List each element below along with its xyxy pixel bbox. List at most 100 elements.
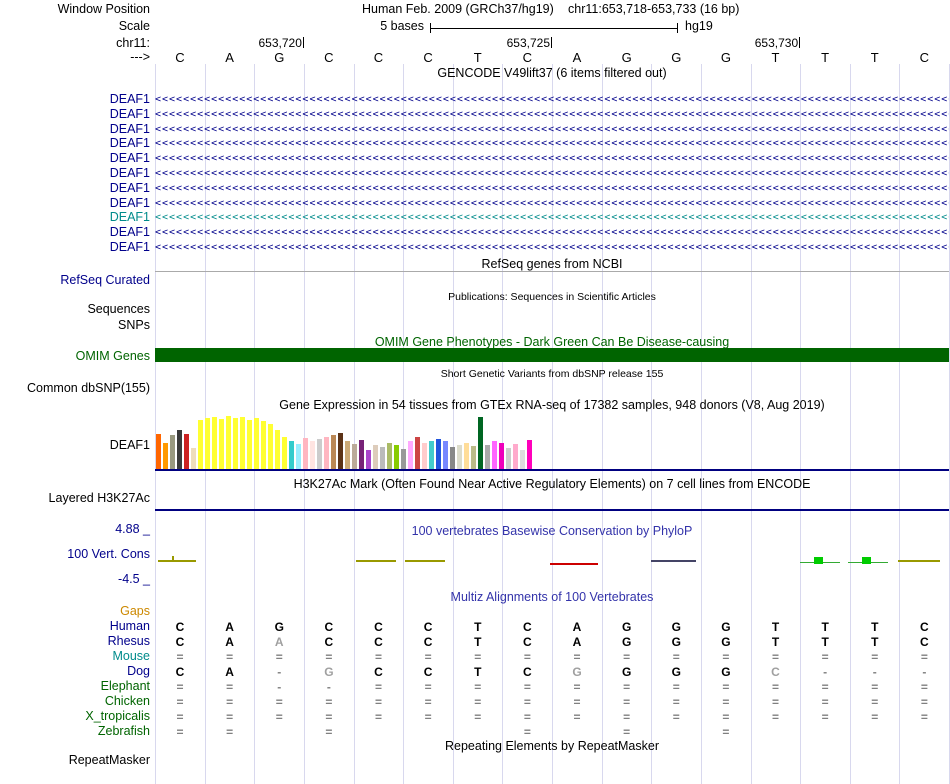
gtex-tissue-bar[interactable]	[380, 447, 385, 470]
gtex-tissue-bar[interactable]	[198, 420, 203, 470]
gtex-tissue-bar[interactable]	[303, 438, 308, 470]
gencode-transcript-label[interactable]: DEAF1	[0, 181, 150, 195]
dbsnp-track-label[interactable]: Common dbSNP(155)	[0, 381, 150, 395]
gtex-tissue-bar[interactable]	[408, 441, 413, 470]
conservation-track-label[interactable]: 100 Vert. Cons	[0, 547, 150, 561]
gtex-tissue-bar[interactable]	[520, 450, 525, 470]
gtex-tissue-bar[interactable]	[226, 416, 231, 470]
gtex-tissue-bar[interactable]	[191, 448, 196, 470]
alignment-base: =	[176, 725, 184, 739]
species-label[interactable]: Mouse	[0, 649, 150, 663]
gencode-transcript-line[interactable]: <<<<<<<<<<<<<<<<<<<<<<<<<<<<<<<<<<<<<<<<…	[155, 182, 949, 195]
gencode-transcript-label[interactable]: DEAF1	[0, 196, 150, 210]
gtex-tissue-bar[interactable]	[366, 450, 371, 470]
gtex-tissue-bar[interactable]	[373, 445, 378, 470]
publications-snps-label[interactable]: SNPs	[0, 318, 150, 332]
gtex-tissue-bar[interactable]	[296, 444, 301, 470]
gencode-transcript-line[interactable]: <<<<<<<<<<<<<<<<<<<<<<<<<<<<<<<<<<<<<<<<…	[155, 211, 949, 224]
gtex-tissue-bar[interactable]	[429, 441, 434, 470]
gtex-tissue-bar[interactable]	[240, 417, 245, 470]
gencode-transcript-label[interactable]: DEAF1	[0, 122, 150, 136]
species-label[interactable]: Elephant	[0, 679, 150, 693]
gencode-transcript-line[interactable]: <<<<<<<<<<<<<<<<<<<<<<<<<<<<<<<<<<<<<<<<…	[155, 137, 949, 150]
gtex-tissue-bar[interactable]	[464, 443, 469, 470]
gtex-tissue-bar[interactable]	[471, 446, 476, 470]
omim-gene-bar[interactable]	[155, 348, 949, 362]
species-label[interactable]: Zebrafish	[0, 724, 150, 738]
species-label[interactable]: Rhesus	[0, 634, 150, 648]
species-label[interactable]: Chicken	[0, 694, 150, 708]
gencode-transcript-label[interactable]: DEAF1	[0, 107, 150, 121]
gtex-tissue-bar[interactable]	[275, 430, 280, 470]
gencode-transcript-label[interactable]: DEAF1	[0, 225, 150, 239]
gtex-tissue-bar[interactable]	[359, 440, 364, 470]
gtex-tissue-bar[interactable]	[247, 420, 252, 470]
gtex-tissue-bar[interactable]	[184, 434, 189, 470]
gtex-tissue-bar[interactable]	[422, 443, 427, 470]
omim-track-label[interactable]: OMIM Genes	[0, 349, 150, 363]
species-label[interactable]: X_tropicalis	[0, 709, 150, 723]
gtex-tissue-bar[interactable]	[205, 418, 210, 470]
gtex-tissue-bar[interactable]	[219, 419, 224, 470]
gencode-transcript-label[interactable]: DEAF1	[0, 210, 150, 224]
gencode-transcript-line[interactable]: <<<<<<<<<<<<<<<<<<<<<<<<<<<<<<<<<<<<<<<<…	[155, 123, 949, 136]
gtex-tissue-bar[interactable]	[387, 443, 392, 470]
gtex-tissue-bar[interactable]	[156, 434, 161, 470]
gtex-tissue-bar[interactable]	[324, 437, 329, 470]
gtex-tissue-bar[interactable]	[492, 441, 497, 470]
gtex-gene-label[interactable]: DEAF1	[0, 438, 150, 452]
alignment-base: =	[722, 650, 730, 664]
gencode-transcript-label[interactable]: DEAF1	[0, 92, 150, 106]
gencode-transcript-line[interactable]: <<<<<<<<<<<<<<<<<<<<<<<<<<<<<<<<<<<<<<<<…	[155, 93, 949, 106]
gtex-tissue-bar[interactable]	[163, 443, 168, 470]
gtex-tissue-bar[interactable]	[394, 445, 399, 470]
gtex-tissue-bar[interactable]	[436, 439, 441, 470]
gtex-tissue-bar[interactable]	[212, 417, 217, 470]
gtex-tissue-bar[interactable]	[478, 417, 483, 470]
gtex-tissue-bar[interactable]	[254, 418, 259, 470]
gtex-tissue-bar[interactable]	[233, 418, 238, 470]
species-label[interactable]: Human	[0, 619, 150, 633]
gencode-transcript-label[interactable]: DEAF1	[0, 166, 150, 180]
gtex-tissue-bar[interactable]	[338, 433, 343, 470]
gtex-tissue-bar[interactable]	[310, 441, 315, 470]
gtex-tissue-bar[interactable]	[317, 439, 322, 470]
gtex-tissue-bar[interactable]	[177, 430, 182, 470]
gtex-tissue-bar[interactable]	[450, 447, 455, 470]
gencode-transcript-line[interactable]: <<<<<<<<<<<<<<<<<<<<<<<<<<<<<<<<<<<<<<<<…	[155, 197, 949, 210]
gtex-tissue-bar[interactable]	[506, 448, 511, 470]
gtex-tissue-bar[interactable]	[415, 437, 420, 470]
gtex-tissue-bar[interactable]	[401, 449, 406, 470]
publications-sequences-label[interactable]: Sequences	[0, 302, 150, 316]
gencode-transcript-line[interactable]: <<<<<<<<<<<<<<<<<<<<<<<<<<<<<<<<<<<<<<<<…	[155, 167, 949, 180]
gtex-tissue-bar[interactable]	[499, 443, 504, 470]
gtex-tissue-bar[interactable]	[352, 444, 357, 470]
gtex-tissue-bar[interactable]	[457, 445, 462, 470]
gencode-transcript-line[interactable]: <<<<<<<<<<<<<<<<<<<<<<<<<<<<<<<<<<<<<<<<…	[155, 108, 949, 121]
gencode-transcript-line[interactable]: <<<<<<<<<<<<<<<<<<<<<<<<<<<<<<<<<<<<<<<<…	[155, 152, 949, 165]
gtex-tissue-bar[interactable]	[443, 441, 448, 470]
gencode-transcript-label[interactable]: DEAF1	[0, 136, 150, 150]
species-label[interactable]: Dog	[0, 664, 150, 678]
gtex-tissue-bar[interactable]	[331, 435, 336, 470]
gtex-tissue-bar[interactable]	[268, 424, 273, 470]
gtex-tissue-bar[interactable]	[527, 440, 532, 470]
gtex-tissue-bar[interactable]	[170, 435, 175, 470]
h3k27ac-track-label[interactable]: Layered H3K27Ac	[0, 491, 150, 505]
gencode-transcript-line[interactable]: <<<<<<<<<<<<<<<<<<<<<<<<<<<<<<<<<<<<<<<<…	[155, 226, 949, 239]
gtex-tissue-bar[interactable]	[345, 441, 350, 470]
gencode-transcript-label[interactable]: DEAF1	[0, 240, 150, 254]
repeatmasker-track-label[interactable]: RepeatMasker	[0, 753, 150, 767]
alignment-base: =	[523, 710, 531, 724]
gtex-tissue-bar[interactable]	[261, 421, 266, 470]
species-label[interactable]: Gaps	[0, 604, 150, 618]
gencode-transcript-label[interactable]: DEAF1	[0, 151, 150, 165]
gtex-tissue-bar[interactable]	[282, 437, 287, 470]
gtex-tissue-bar[interactable]	[289, 441, 294, 470]
alignment-base: C	[175, 620, 185, 634]
gtex-tissue-bar[interactable]	[485, 445, 490, 470]
alignment-base: G	[572, 665, 582, 679]
gtex-tissue-bar[interactable]	[513, 444, 518, 470]
gencode-transcript-line[interactable]: <<<<<<<<<<<<<<<<<<<<<<<<<<<<<<<<<<<<<<<<…	[155, 241, 949, 254]
refseq-track-label[interactable]: RefSeq Curated	[0, 273, 150, 287]
